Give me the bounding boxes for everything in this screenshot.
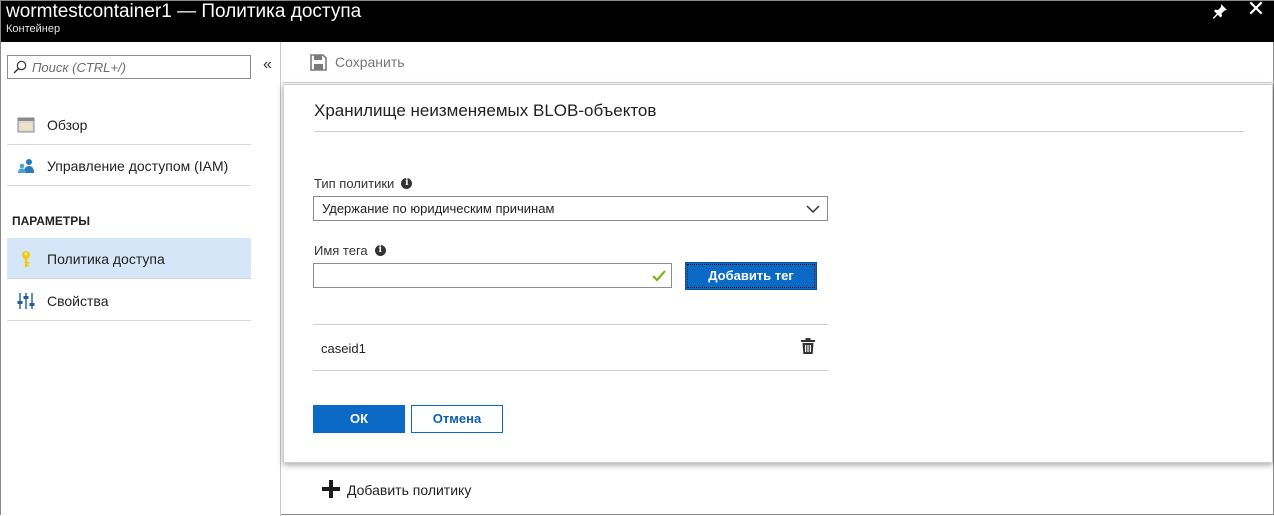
portal-window: wormtestcontainer1 — Политика доступа Ко… bbox=[0, 0, 1274, 516]
properties-icon bbox=[17, 293, 35, 309]
trash-icon[interactable] bbox=[801, 338, 815, 354]
sidebar-item-label: Свойства bbox=[47, 293, 109, 309]
add-policy-label: Добавить политику bbox=[347, 482, 472, 498]
sidebar-item-label: Обзор bbox=[47, 117, 88, 133]
ok-button[interactable]: ОК bbox=[313, 405, 405, 433]
valid-check-icon bbox=[652, 270, 666, 282]
pin-icon[interactable] bbox=[1211, 2, 1229, 20]
search-icon bbox=[13, 60, 27, 74]
sidebar-item-label: Политика доступа bbox=[47, 251, 165, 267]
section-header-settings: ПАРАМЕТРЫ bbox=[12, 214, 90, 228]
policy-type-label: Тип политики bbox=[314, 176, 395, 191]
key-icon bbox=[22, 251, 30, 267]
policy-type-select[interactable]: Удержание по юридическим причинам bbox=[313, 196, 828, 221]
save-label: Сохранить bbox=[335, 54, 405, 70]
sidebar-item-access-policy[interactable]: Политика доступа bbox=[7, 238, 251, 279]
info-icon[interactable]: i bbox=[374, 245, 386, 256]
sidebar-item-label: Управление доступом (IAM) bbox=[47, 158, 229, 174]
policy-type-value: Удержание по юридическим причинам bbox=[322, 201, 555, 216]
tag-row: caseid1 bbox=[313, 325, 828, 371]
plus-icon bbox=[322, 480, 340, 498]
blade-title: wormtestcontainer1 — Политика доступа bbox=[6, 1, 362, 22]
divider bbox=[314, 131, 1244, 132]
title-bar: wormtestcontainer1 — Политика доступа Ко… bbox=[1, 0, 1274, 42]
left-menu-blade: « Обзор Управление доступом (IAM) ПАРАМЕ… bbox=[1, 42, 281, 516]
policy-type-label-row: Тип политики i bbox=[314, 176, 413, 191]
sidebar-item-overview[interactable]: Обзор bbox=[7, 104, 251, 145]
command-bar: Сохранить bbox=[282, 42, 1274, 83]
dialog-heading: Хранилище неизменяемых BLOB-объектов bbox=[314, 101, 657, 120]
save-icon bbox=[310, 54, 327, 71]
overview-icon bbox=[17, 117, 35, 133]
sidebar-item-iam[interactable]: Управление доступом (IAM) bbox=[7, 145, 251, 186]
info-icon[interactable]: i bbox=[401, 178, 413, 189]
tag-name-field[interactable] bbox=[313, 263, 672, 288]
close-icon[interactable]: ✕ bbox=[1245, 0, 1267, 21]
blade-subtitle: Контейнер bbox=[6, 23, 61, 35]
chevron-down-icon bbox=[806, 205, 820, 214]
tag-name-input[interactable] bbox=[320, 267, 640, 284]
tag-name: caseid1 bbox=[321, 341, 366, 356]
cancel-button[interactable]: Отмена bbox=[411, 405, 503, 433]
add-tag-button[interactable]: Добавить тег bbox=[685, 262, 817, 290]
tag-name-label-row: Имя тега i bbox=[314, 243, 386, 258]
tag-name-label: Имя тега bbox=[314, 243, 368, 258]
search-input[interactable] bbox=[32, 58, 247, 76]
collapse-menu-icon[interactable]: « bbox=[263, 55, 272, 75]
sidebar-item-properties[interactable]: Свойства bbox=[7, 280, 251, 321]
iam-icon bbox=[18, 159, 34, 173]
immutable-blob-policy-dialog: Хранилище неизменяемых BLOB-объектов Тип… bbox=[283, 84, 1273, 463]
search-box[interactable] bbox=[7, 55, 251, 79]
